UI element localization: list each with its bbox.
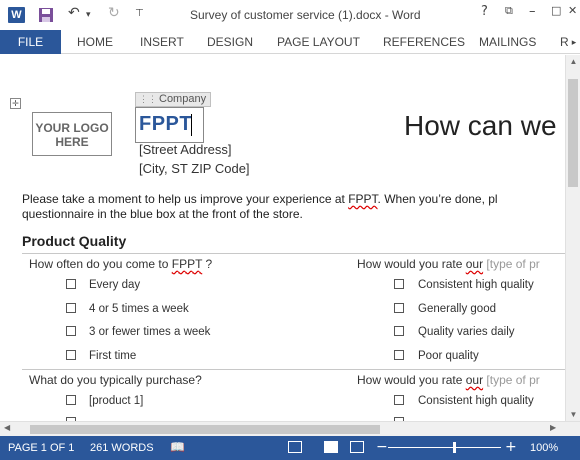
scroll-right-icon[interactable]: ▶ bbox=[550, 423, 556, 432]
option-label: Quality varies daily bbox=[418, 326, 515, 338]
checkbox[interactable] bbox=[394, 326, 404, 336]
city-state-zip[interactable]: [City, ST ZIP Code] bbox=[139, 161, 250, 176]
checkbox[interactable] bbox=[394, 350, 404, 360]
company-name[interactable]: FPPT bbox=[139, 113, 192, 136]
tab-review[interactable]: R bbox=[560, 30, 568, 54]
checkbox[interactable] bbox=[66, 326, 76, 336]
company-content-control-tag[interactable]: ⋮⋮ Company bbox=[135, 92, 212, 107]
help-icon[interactable]: ? bbox=[481, 4, 488, 19]
proofing-icon[interactable]: 📖 bbox=[170, 440, 185, 454]
word-app-icon[interactable]: W bbox=[8, 7, 25, 23]
undo-dropdown-icon[interactable]: ▾ bbox=[86, 10, 91, 20]
scroll-down-icon[interactable]: ▼ bbox=[566, 410, 580, 419]
vertical-scrollbar[interactable]: ▲ ▼ bbox=[565, 55, 580, 421]
word-count[interactable]: 261 WORDS bbox=[90, 442, 154, 454]
checkbox[interactable] bbox=[66, 395, 76, 405]
title-bar: W ↶ ▾ ↻ ⊤ Survey of customer service (1)… bbox=[0, 0, 580, 30]
question-text: How would you rate bbox=[357, 257, 466, 271]
zoom-slider-knob[interactable] bbox=[453, 442, 456, 453]
table-rule bbox=[22, 253, 565, 254]
checkbox[interactable] bbox=[394, 395, 404, 405]
question-quality-rating[interactable]: How would you rate our [type of pr bbox=[357, 257, 540, 271]
tab-references[interactable]: REFERENCES bbox=[383, 30, 465, 54]
question-text-end: ? bbox=[202, 257, 213, 271]
placeholder-text: [type of pr bbox=[483, 257, 540, 271]
zoom-slider[interactable] bbox=[388, 447, 501, 448]
option-label: Consistent high quality bbox=[418, 279, 534, 291]
checkbox[interactable] bbox=[394, 279, 404, 289]
tab-file[interactable]: FILE bbox=[0, 30, 61, 54]
restore-icon[interactable]: □ bbox=[551, 4, 561, 17]
window-title: Survey of customer service (1).docx - Wo… bbox=[190, 8, 421, 22]
horizontal-scroll-thumb[interactable] bbox=[30, 425, 380, 434]
logo-placeholder[interactable]: YOUR LOGO HERE bbox=[32, 112, 112, 156]
option-label: 4 or 5 times a week bbox=[89, 303, 189, 315]
table-rule bbox=[22, 369, 565, 370]
scroll-up-icon[interactable]: ▲ bbox=[566, 57, 580, 66]
close-icon[interactable]: ✕ bbox=[568, 4, 577, 17]
status-bar: PAGE 1 OF 1 261 WORDS 📖 − + 100% bbox=[0, 436, 580, 460]
option-label: First time bbox=[89, 350, 137, 362]
brand-name: FPPT bbox=[348, 192, 378, 206]
brand-name: FPPT bbox=[171, 257, 203, 271]
option-label: Poor quality bbox=[418, 350, 479, 362]
read-mode-icon[interactable] bbox=[288, 441, 302, 453]
text-cursor bbox=[191, 114, 192, 136]
vertical-scroll-thumb[interactable] bbox=[568, 79, 578, 187]
ribbon-scroll-right-icon[interactable]: ▸ bbox=[568, 30, 580, 54]
undo-icon[interactable]: ↶ bbox=[68, 5, 80, 21]
intro-text-end: . When you’re done, pl bbox=[377, 192, 498, 206]
horizontal-scrollbar[interactable]: ◀ ▶ bbox=[0, 421, 580, 436]
option-label: Generally good bbox=[418, 303, 496, 315]
ribbon-tabs: FILE HOME INSERT DESIGN PAGE LAYOUT REFE… bbox=[0, 30, 580, 54]
intro-line-2[interactable]: questionnaire in the blue box at the fro… bbox=[22, 207, 303, 221]
question-word: our bbox=[465, 257, 484, 271]
grip-icon: ⋮⋮ bbox=[139, 94, 157, 104]
zoom-out-button[interactable]: − bbox=[376, 439, 388, 455]
checkbox[interactable] bbox=[394, 303, 404, 313]
zoom-level[interactable]: 100% bbox=[530, 442, 558, 454]
checkbox[interactable] bbox=[66, 350, 76, 360]
checkbox[interactable] bbox=[66, 279, 76, 289]
option-label: Consistent high quality bbox=[418, 395, 534, 407]
save-icon[interactable] bbox=[38, 7, 54, 23]
question-typical-purchase[interactable]: What do you typically purchase? bbox=[29, 373, 202, 387]
question-quality-rating-2[interactable]: How would you rate our [type of pr bbox=[357, 373, 540, 387]
question-text: How often do you come to bbox=[29, 257, 172, 271]
tab-design[interactable]: DESIGN bbox=[207, 30, 253, 54]
scroll-left-icon[interactable]: ◀ bbox=[4, 423, 10, 432]
street-address[interactable]: [Street Address] bbox=[139, 142, 232, 157]
tab-insert[interactable]: INSERT bbox=[140, 30, 184, 54]
placeholder-text: [type of pr bbox=[483, 373, 540, 387]
redo-icon[interactable]: ↻ bbox=[108, 5, 120, 21]
question-word: our bbox=[465, 373, 484, 387]
table-move-handle-icon[interactable]: ✛ bbox=[10, 98, 21, 109]
intro-line-1[interactable]: Please take a moment to help us improve … bbox=[22, 192, 498, 206]
option-label: Every day bbox=[89, 279, 141, 291]
checkbox[interactable] bbox=[66, 303, 76, 313]
section-title[interactable]: Product Quality bbox=[22, 233, 126, 249]
tab-mailings[interactable]: MAILINGS bbox=[479, 30, 536, 54]
question-text: How would you rate bbox=[357, 373, 466, 387]
tab-page-layout[interactable]: PAGE LAYOUT bbox=[277, 30, 360, 54]
print-layout-icon[interactable] bbox=[324, 441, 338, 453]
option-label: 3 or fewer times a week bbox=[89, 326, 211, 338]
survey-heading[interactable]: How can we bbox=[404, 110, 557, 142]
question-visit-frequency[interactable]: How often do you come to FPPT ? bbox=[29, 257, 212, 271]
minimize-icon[interactable]: – bbox=[529, 4, 536, 19]
intro-text: Please take a moment to help us improve … bbox=[22, 192, 349, 206]
web-layout-icon[interactable] bbox=[350, 441, 364, 453]
ribbon-display-icon[interactable]: ⧉ bbox=[505, 4, 513, 18]
document-page[interactable]: ✛ YOUR LOGO HERE ⋮⋮ Company FPPT [Street … bbox=[0, 55, 565, 421]
zoom-in-button[interactable]: + bbox=[505, 439, 517, 455]
tab-home[interactable]: HOME bbox=[77, 30, 113, 54]
document-area[interactable]: ✛ YOUR LOGO HERE ⋮⋮ Company FPPT [Street … bbox=[0, 55, 565, 421]
page-count[interactable]: PAGE 1 OF 1 bbox=[8, 442, 74, 454]
option-label: [product 1] bbox=[89, 395, 144, 407]
customize-toolbar-icon[interactable]: ⊤ bbox=[135, 8, 144, 19]
company-tag-label: Company bbox=[159, 93, 207, 105]
